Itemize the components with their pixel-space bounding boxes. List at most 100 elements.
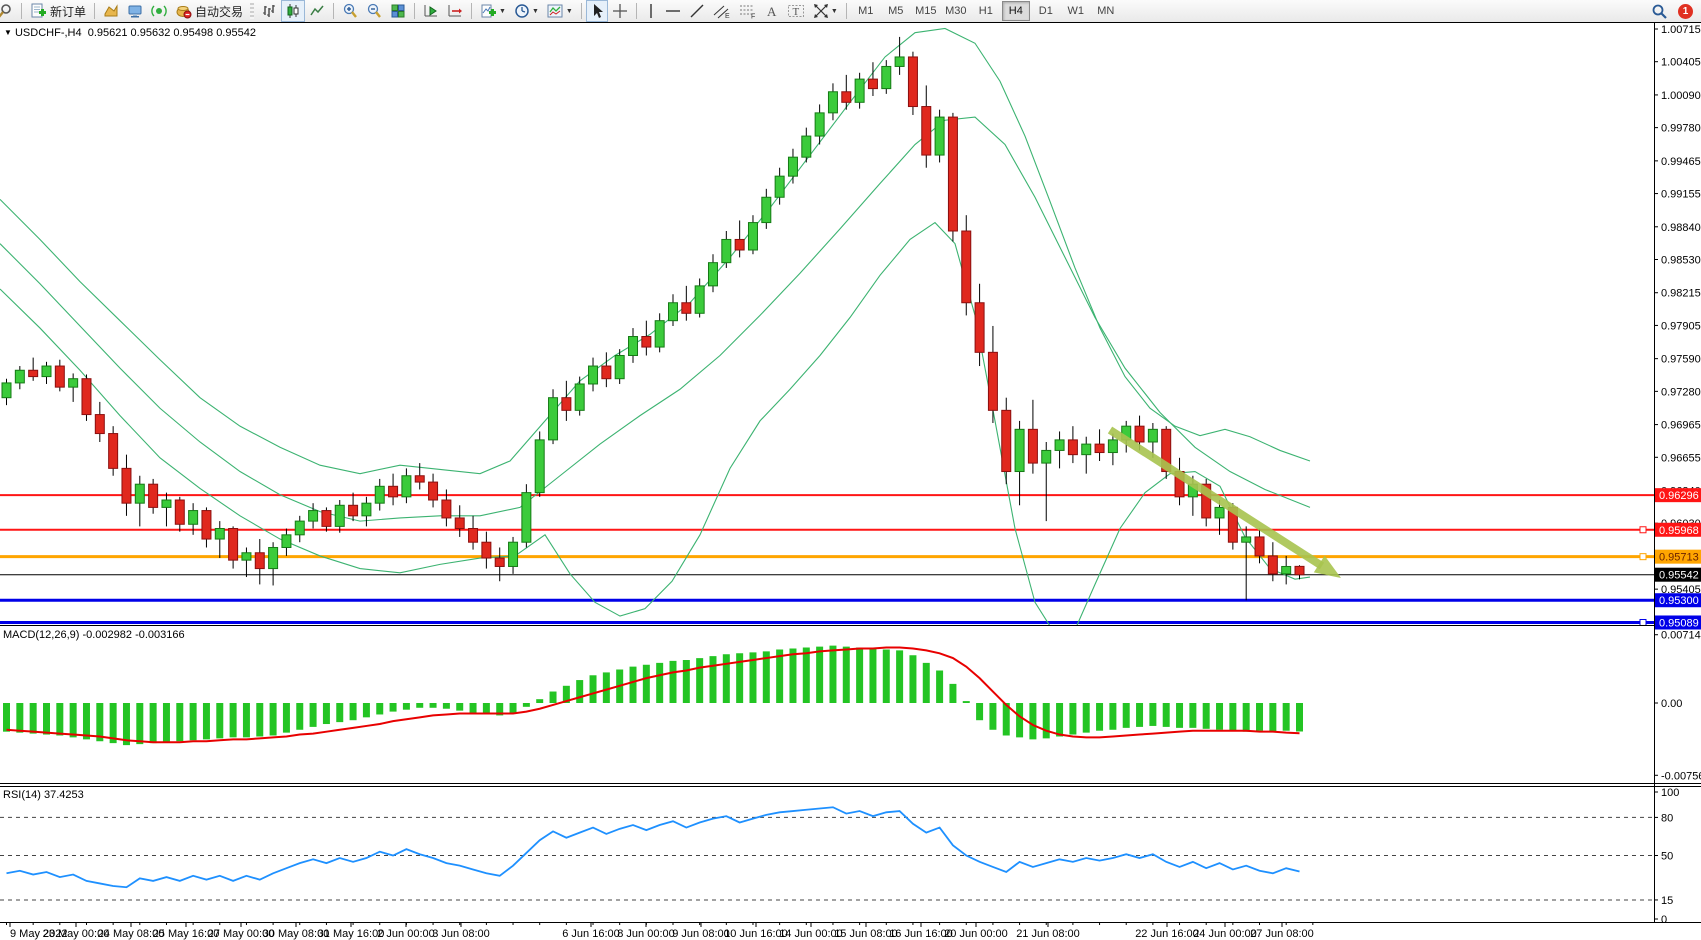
auto-trading-icon xyxy=(175,3,192,19)
macd-panel xyxy=(7,646,1300,745)
bollinger-upper xyxy=(0,28,1310,473)
text-button[interactable]: A xyxy=(761,0,783,22)
horizontal-line-button[interactable] xyxy=(661,0,685,22)
timeframe-button-h4[interactable]: H4 xyxy=(1002,1,1030,21)
ohlc-readout: 0.95621 0.95632 0.95498 0.95542 xyxy=(88,27,256,39)
vertical-line-button[interactable] xyxy=(641,0,661,22)
crosshair-button[interactable] xyxy=(608,0,632,22)
macd-indicator-label: MACD(12,26,9) -0.002982 -0.003166 xyxy=(3,629,185,641)
svg-text:6 Jun 16:00: 6 Jun 16:00 xyxy=(562,928,620,940)
timeframe-button-m1[interactable]: M1 xyxy=(852,1,880,21)
indicator-search-icon[interactable] xyxy=(0,0,17,22)
timeframe-button-h1[interactable]: H1 xyxy=(972,1,1000,21)
auto-trading-button[interactable]: 自动交易 xyxy=(171,0,247,22)
chart-profile-button[interactable] xyxy=(99,0,123,22)
svg-text:0.95089: 0.95089 xyxy=(1659,617,1699,629)
search-button[interactable] xyxy=(1647,0,1672,22)
symbol-dropdown-icon[interactable]: ▼ xyxy=(4,28,12,37)
equidistant-channel-button[interactable]: E xyxy=(709,0,735,22)
auto-trading-label: 自动交易 xyxy=(195,3,243,20)
dropdown-caret[interactable]: ▼ xyxy=(532,8,539,15)
chart-header: ▼ USDCHF-,H4 0.95621 0.95632 0.95498 0.9… xyxy=(4,27,256,39)
clock-icon xyxy=(514,3,530,19)
bar-chart-button[interactable] xyxy=(257,0,281,22)
toolbar: 新订单 自动交易 ▼ ▼ xyxy=(0,0,1701,23)
profile-icon xyxy=(103,3,119,19)
svg-text:31 May 16:00: 31 May 16:00 xyxy=(318,928,385,940)
rsi-line xyxy=(7,807,1300,887)
tile-windows-icon xyxy=(390,3,406,19)
trendline-button[interactable] xyxy=(685,0,709,22)
candlestick-chart-button[interactable] xyxy=(281,0,305,22)
svg-text:2 Jun 00:00: 2 Jun 00:00 xyxy=(377,928,435,940)
bollinger-middle xyxy=(0,117,1310,521)
zoom-in-button[interactable] xyxy=(338,0,362,22)
tile-windows-button[interactable] xyxy=(386,0,410,22)
divider xyxy=(21,3,22,19)
templates-icon xyxy=(547,3,564,19)
chart-shift-icon xyxy=(447,3,463,19)
svg-text:T: T xyxy=(792,6,799,18)
svg-text:0.96296: 0.96296 xyxy=(1659,490,1699,502)
channel-icon: E xyxy=(713,3,731,19)
dropdown-caret[interactable]: ▼ xyxy=(831,8,838,15)
chart-shift-button[interactable] xyxy=(443,0,467,22)
svg-text:21 Jun 08:00: 21 Jun 08:00 xyxy=(1016,928,1080,940)
auto-scroll-button[interactable] xyxy=(419,0,443,22)
divider xyxy=(414,3,415,19)
svg-text:20 Jun 00:00: 20 Jun 00:00 xyxy=(944,928,1008,940)
svg-text:0.97590: 0.97590 xyxy=(1661,354,1701,366)
new-order-button[interactable]: 新订单 xyxy=(26,0,90,22)
svg-text:22 Jun 16:00: 22 Jun 16:00 xyxy=(1135,928,1199,940)
text-label-icon: T xyxy=(787,3,805,19)
indicators-icon xyxy=(480,3,497,19)
arrows-button[interactable]: ▼ xyxy=(809,0,842,22)
svg-text:3 Jun 08:00: 3 Jun 08:00 xyxy=(432,928,490,940)
text-icon: A xyxy=(765,3,779,19)
dropdown-caret[interactable]: ▼ xyxy=(566,8,573,15)
svg-text:0.97905: 0.97905 xyxy=(1661,320,1701,332)
svg-text:9 Jun 08:00: 9 Jun 08:00 xyxy=(672,928,730,940)
chart-canvas[interactable]: 1.007151.004051.000900.997800.994650.991… xyxy=(0,22,1701,940)
timeframe-button-mn[interactable]: MN xyxy=(1092,1,1120,21)
svg-text:1.00090: 1.00090 xyxy=(1661,90,1701,102)
svg-text:0.97280: 0.97280 xyxy=(1661,386,1701,398)
svg-text:1.00715: 1.00715 xyxy=(1661,24,1701,36)
timeframe-button-m5[interactable]: M5 xyxy=(882,1,910,21)
indicators-button[interactable]: ▼ xyxy=(476,0,510,22)
cursor-button[interactable] xyxy=(586,0,608,22)
timeframe-button-m30[interactable]: M30 xyxy=(942,1,970,21)
divider xyxy=(471,3,472,19)
dropdown-caret[interactable]: ▼ xyxy=(499,8,506,15)
svg-text:-0.007561: -0.007561 xyxy=(1661,770,1701,782)
notification-badge[interactable]: 1 xyxy=(1678,4,1693,19)
toolbar-grip[interactable] xyxy=(250,3,254,19)
candlestick-chart-icon xyxy=(285,3,301,19)
svg-text:0.98530: 0.98530 xyxy=(1661,254,1701,266)
line-chart-button[interactable] xyxy=(305,0,329,22)
text-label-button[interactable]: T xyxy=(783,0,809,22)
market-watch-button[interactable] xyxy=(123,0,147,22)
zoom-out-button[interactable] xyxy=(362,0,386,22)
auto-scroll-icon xyxy=(423,3,439,19)
timeframe-button-m15[interactable]: M15 xyxy=(912,1,940,21)
rsi-panel xyxy=(0,807,1654,900)
templates-button[interactable]: ▼ xyxy=(543,0,577,22)
strategy-signal-button[interactable] xyxy=(147,0,171,22)
periods-button[interactable]: ▼ xyxy=(510,0,543,22)
fibonacci-icon: F xyxy=(739,3,757,19)
svg-text:50: 50 xyxy=(1661,851,1673,863)
svg-text:0.99465: 0.99465 xyxy=(1661,156,1701,168)
divider xyxy=(581,3,582,19)
arrows-icon xyxy=(813,3,829,19)
timeframe-button-d1[interactable]: D1 xyxy=(1032,1,1060,21)
fibonacci-button[interactable]: F xyxy=(735,0,761,22)
svg-text:E: E xyxy=(725,13,730,19)
svg-text:0.96655: 0.96655 xyxy=(1661,452,1701,464)
timeframe-button-w1[interactable]: W1 xyxy=(1062,1,1090,21)
divider xyxy=(636,3,637,19)
price-axis: 1.007151.004051.000900.997800.994650.991… xyxy=(1654,24,1701,629)
terminal-icon xyxy=(127,3,143,19)
cursor-icon xyxy=(590,3,604,19)
signal-icon xyxy=(151,3,167,19)
